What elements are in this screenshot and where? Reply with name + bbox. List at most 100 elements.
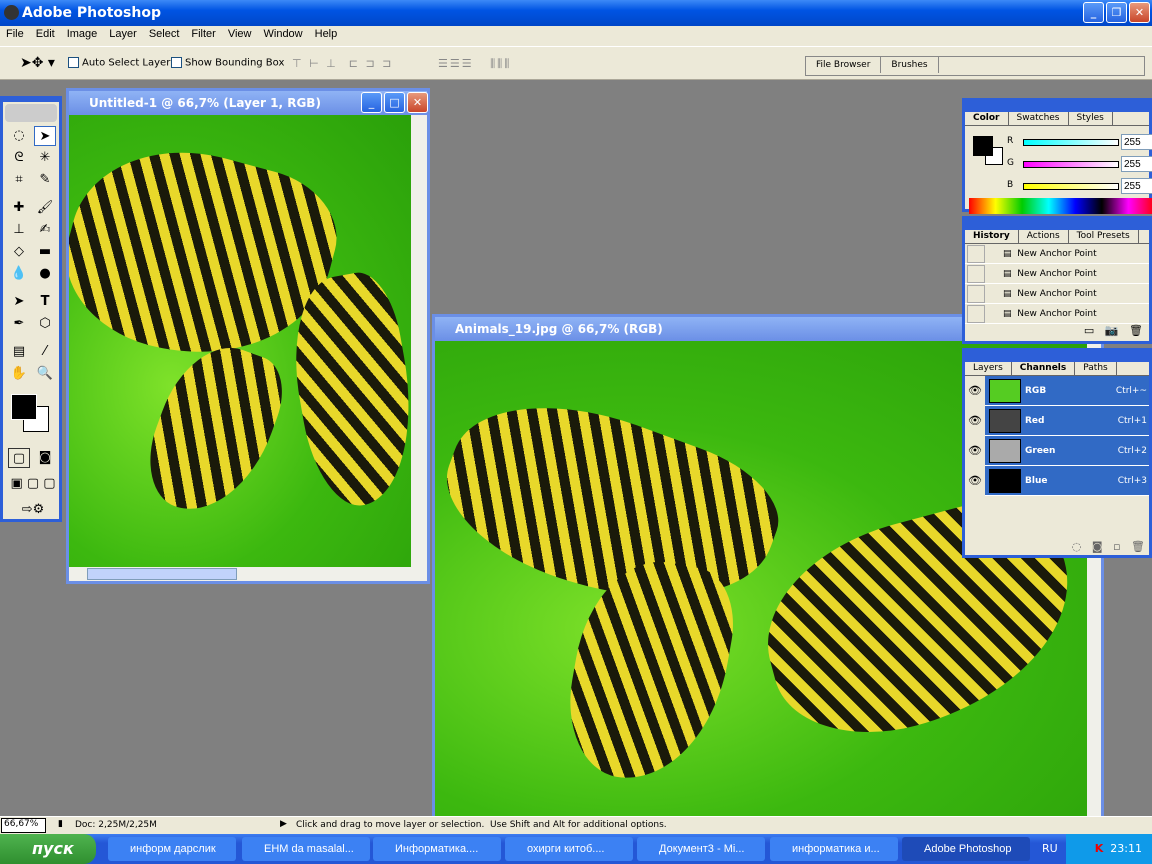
b-slider[interactable]	[1023, 183, 1119, 190]
doc1-minimize-button[interactable]: _	[361, 92, 382, 113]
doc-info-icon[interactable]: ▮	[58, 819, 63, 829]
crop-tool-icon[interactable]: ⌗	[8, 170, 30, 190]
document-window-untitled[interactable]: Untitled-1 @ 66,7% (Layer 1, RGB) _ □ ✕	[66, 88, 430, 584]
menu-help[interactable]: Help	[309, 26, 344, 46]
restore-button[interactable]: ❐	[1106, 2, 1127, 23]
history-brush-icon[interactable]: ✍	[34, 220, 56, 240]
color-ramp[interactable]	[969, 198, 1152, 214]
save-selection-icon[interactable]: ◙	[1092, 540, 1103, 553]
horizontal-scrollbar[interactable]	[69, 567, 427, 581]
tab-styles[interactable]: Styles	[1069, 112, 1113, 125]
tab-tool-presets[interactable]: Tool Presets	[1069, 230, 1139, 243]
channel-row[interactable]: 👁 Green Ctrl+2	[965, 435, 1149, 466]
trash-icon[interactable]: 🗑	[1131, 540, 1145, 553]
history-item[interactable]: ▤ New Anchor Point	[965, 284, 1149, 304]
adobe-online-icon[interactable]	[5, 104, 57, 122]
history-item[interactable]: ▤ New Anchor Point	[965, 244, 1149, 264]
marquee-tool-icon[interactable]: ◌	[8, 126, 30, 146]
eyedropper-icon[interactable]: ⁄	[34, 342, 56, 362]
task-button[interactable]: информатика и...	[770, 837, 898, 861]
menu-select[interactable]: Select	[143, 26, 186, 46]
r-value-input[interactable]	[1121, 134, 1152, 150]
dodge-tool-icon[interactable]: ●	[34, 264, 56, 284]
path-selection-icon[interactable]: ➤	[8, 292, 30, 312]
r-slider[interactable]	[1023, 139, 1119, 146]
new-channel-icon[interactable]: ▫	[1113, 540, 1120, 553]
tab-swatches[interactable]: Swatches	[1009, 112, 1069, 125]
task-button[interactable]: EHM da masalal...	[242, 837, 370, 861]
tab-layers[interactable]: Layers	[965, 362, 1012, 375]
b-value-input[interactable]	[1121, 178, 1152, 194]
language-indicator[interactable]: RU	[1042, 842, 1058, 855]
type-tool-icon[interactable]: T	[34, 292, 56, 312]
scroll-thumb[interactable]	[87, 568, 237, 580]
task-button[interactable]: информ дарслик	[108, 837, 236, 861]
tab-paths[interactable]: Paths	[1075, 362, 1117, 375]
align-buttons-icon[interactable]: ⊤ ⊢ ⊥ ⊏ ⊐ ⊐	[292, 57, 393, 70]
clone-stamp-icon[interactable]: ⊥	[8, 220, 30, 240]
history-item[interactable]: ▤ New Anchor Point	[965, 304, 1149, 324]
status-menu-arrow-icon[interactable]: ▶	[280, 819, 287, 829]
vertical-scrollbar[interactable]	[411, 115, 427, 567]
pen-tool-icon[interactable]: ✒	[8, 314, 30, 334]
slice-tool-icon[interactable]: ✎	[34, 170, 56, 190]
menu-view[interactable]: View	[222, 26, 258, 46]
eye-icon[interactable]: 👁	[965, 375, 985, 406]
zoom-level[interactable]: 66,67%	[1, 818, 46, 833]
hand-tool-icon[interactable]: ✋	[8, 364, 30, 384]
foreground-color-swatch[interactable]	[973, 136, 993, 156]
screen-mode-icons[interactable]: ▣ ▢ ▢	[6, 474, 60, 494]
trash-icon[interactable]: 🗑	[1129, 324, 1143, 337]
distribute-buttons-icon[interactable]: ☰☰☰ ⫼⫼⫼	[438, 57, 511, 71]
menu-image[interactable]: Image	[61, 26, 104, 46]
brush-tool-icon[interactable]: 🖌	[34, 198, 56, 218]
channel-row[interactable]: 👁 Blue Ctrl+3	[965, 465, 1149, 496]
load-selection-icon[interactable]: ◌	[1072, 540, 1082, 553]
task-button-active[interactable]: Adobe Photoshop	[902, 837, 1030, 861]
menu-layer[interactable]: Layer	[103, 26, 143, 46]
doc1-close-button[interactable]: ✕	[407, 92, 428, 113]
menu-file[interactable]: File	[0, 26, 30, 46]
new-document-icon[interactable]: ▭	[1084, 324, 1094, 337]
eraser-tool-icon[interactable]: ◇	[8, 242, 30, 262]
menu-window[interactable]: Window	[258, 26, 309, 46]
channel-row[interactable]: 👁 RGB Ctrl+~	[965, 375, 1149, 406]
eye-icon[interactable]: 👁	[965, 435, 985, 466]
history-item[interactable]: ▤ New Anchor Point	[965, 264, 1149, 284]
task-button[interactable]: Информатика....	[373, 837, 501, 861]
close-button[interactable]: ✕	[1129, 2, 1150, 23]
move-tool-icon[interactable]: ➤	[34, 126, 56, 146]
eye-icon[interactable]: 👁	[965, 465, 985, 496]
tab-file-browser[interactable]: File Browser	[806, 57, 882, 73]
menu-filter[interactable]: Filter	[185, 26, 221, 46]
tab-history[interactable]: History	[965, 230, 1019, 243]
notes-tool-icon[interactable]: ▤	[8, 342, 30, 362]
task-button[interactable]: охирги китоб....	[505, 837, 633, 861]
jump-to-imageready-icon[interactable]: ⇨⚙	[6, 500, 60, 520]
snapshot-icon[interactable]: 📷	[1105, 324, 1119, 337]
channel-row[interactable]: 👁 Red Ctrl+1	[965, 405, 1149, 436]
eye-icon[interactable]: 👁	[965, 405, 985, 436]
shape-tool-icon[interactable]: ⬡	[34, 314, 56, 334]
butterfly-canvas[interactable]	[69, 115, 411, 567]
tab-channels[interactable]: Channels	[1011, 362, 1076, 375]
tab-actions[interactable]: Actions	[1019, 230, 1069, 243]
start-button[interactable]: пуск	[0, 834, 96, 864]
antivirus-icon[interactable]: K	[1095, 842, 1104, 855]
standard-mode-icon[interactable]: ▢	[8, 448, 30, 468]
lasso-tool-icon[interactable]: ᘓ	[8, 148, 30, 168]
move-tool-preset-icon[interactable]: ➤✥ ▾	[20, 55, 55, 71]
zoom-tool-icon[interactable]: 🔍	[34, 364, 56, 384]
doc1-maximize-button[interactable]: □	[384, 92, 405, 113]
tab-brushes[interactable]: Brushes	[881, 57, 939, 73]
healing-brush-icon[interactable]: ✚	[8, 198, 30, 218]
g-value-input[interactable]	[1121, 156, 1152, 172]
tab-color[interactable]: Color	[965, 112, 1009, 125]
menu-edit[interactable]: Edit	[30, 26, 61, 46]
g-slider[interactable]	[1023, 161, 1119, 168]
minimize-button[interactable]: _	[1083, 2, 1104, 23]
gradient-tool-icon[interactable]: ▬	[34, 242, 56, 262]
magic-wand-icon[interactable]: ✳	[34, 148, 56, 168]
auto-select-layer-checkbox[interactable]: Auto Select Layer	[68, 57, 170, 69]
show-bounding-box-checkbox[interactable]: Show Bounding Box	[171, 57, 284, 69]
